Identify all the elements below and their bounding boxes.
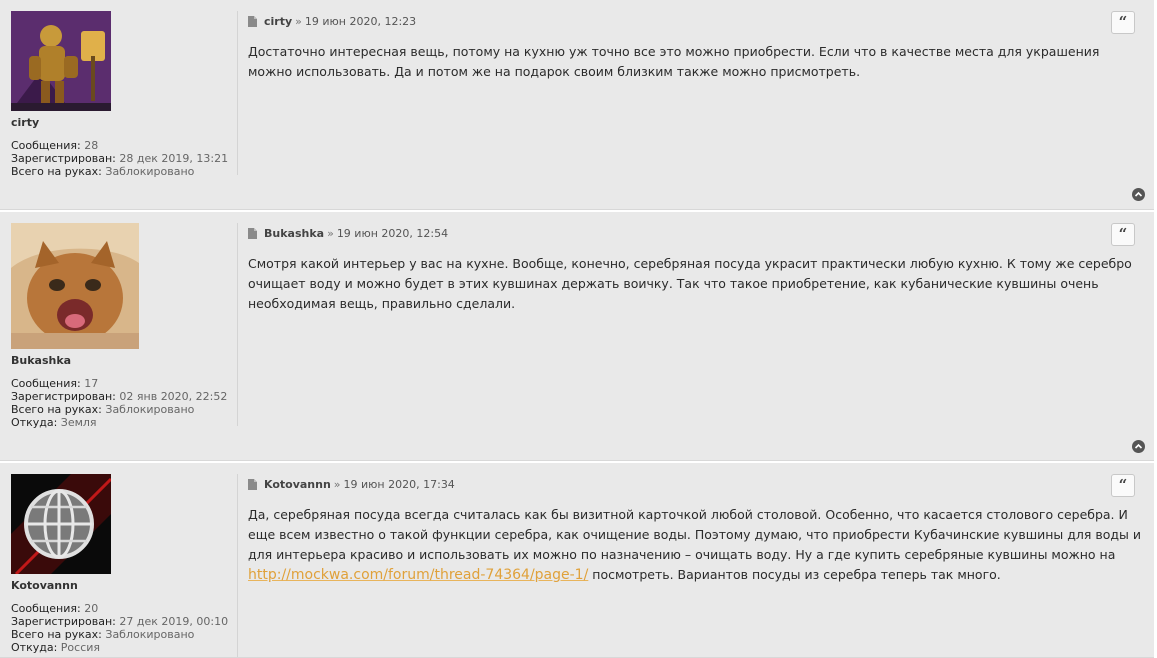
back-to-top-button[interactable]: [1132, 188, 1145, 201]
post-author[interactable]: Kotovannn: [264, 478, 331, 491]
avatar[interactable]: [11, 223, 139, 349]
post-time: 19 июн 2020, 12:23: [304, 15, 417, 28]
post-profile: Bukashka Сообщения: 17 Зарегистрирован: …: [11, 223, 237, 429]
file-icon[interactable]: [248, 228, 257, 239]
post-link[interactable]: http://mockwa.com/forum/thread-74364/pag…: [248, 567, 588, 583]
quote-button[interactable]: “: [1111, 474, 1135, 497]
user-stats: Сообщения: 17 Зарегистрирован: 02 янв 20…: [11, 377, 237, 429]
stat-posts: 28: [84, 139, 99, 152]
stat-label: Сообщения:: [11, 377, 81, 390]
post-time: 19 июн 2020, 17:34: [343, 478, 455, 491]
stat-registered: 28 дек 2019, 13:21: [119, 152, 229, 165]
stat-registered: 27 дек 2019, 00:10: [119, 615, 229, 628]
stat-label: Откуда:: [11, 416, 58, 429]
avatar[interactable]: [11, 11, 111, 111]
divider: [237, 11, 238, 175]
arrow-up-icon: [1134, 443, 1143, 449]
stat-from: Земля: [60, 416, 97, 429]
post: Kotovannn Сообщения: 20 Зарегистрирован:…: [0, 463, 1154, 658]
post-content: Да, серебряная посуда всегда считалась к…: [248, 505, 1143, 585]
divider: [237, 223, 238, 426]
stat-label: Зарегистрирован:: [11, 152, 116, 165]
stat-label: Сообщения:: [11, 139, 81, 152]
post-text: Да, серебряная посуда всегда считалась к…: [248, 507, 1142, 562]
username[interactable]: Kotovannn: [11, 579, 237, 592]
arrow-up-icon: [1134, 191, 1143, 197]
stat-label: Всего на руках:: [11, 403, 102, 416]
user-stats: Сообщения: 28 Зарегистрирован: 28 дек 20…: [11, 139, 237, 178]
post-author[interactable]: cirty: [264, 15, 292, 28]
file-icon[interactable]: [248, 16, 257, 27]
stat-in-hand: Заблокировано: [105, 628, 195, 641]
quote-icon: “: [1118, 225, 1128, 243]
post-content: Смотря какой интерьер у вас на кухне. Во…: [248, 256, 1132, 311]
quote-icon: “: [1118, 476, 1128, 494]
stat-in-hand: Заблокировано: [105, 165, 195, 178]
post-profile: cirty Сообщения: 28 Зарегистрирован: 28 …: [11, 11, 237, 178]
stat-label: Сообщения:: [11, 602, 81, 615]
quote-button[interactable]: “: [1111, 223, 1135, 246]
post-text: посмотреть. Вариантов посуды из серебра …: [588, 567, 1001, 582]
meta-separator: »: [327, 227, 334, 240]
stat-posts: 17: [84, 377, 99, 390]
quote-icon: “: [1118, 13, 1128, 31]
stat-registered: 02 янв 2020, 22:52: [119, 390, 228, 403]
post: Bukashka Сообщения: 17 Зарегистрирован: …: [0, 212, 1154, 461]
meta-separator: »: [333, 478, 341, 491]
stat-posts: 20: [84, 602, 99, 615]
post-author[interactable]: Bukashka: [264, 227, 324, 240]
file-icon[interactable]: [248, 479, 257, 490]
post-meta: cirty » 19 июн 2020, 12:23: [248, 15, 416, 28]
divider: [237, 474, 238, 657]
username[interactable]: Bukashka: [11, 354, 237, 367]
post-content: Достаточно интересная вещь, потому на ку…: [248, 44, 1100, 79]
post-profile: Kotovannn Сообщения: 20 Зарегистрирован:…: [11, 474, 237, 654]
stat-from: Россия: [60, 641, 101, 654]
post-time: 19 июн 2020, 12:54: [336, 227, 449, 240]
stat-in-hand: Заблокировано: [105, 403, 195, 416]
post-meta: Bukashka » 19 июн 2020, 12:54: [248, 227, 448, 240]
user-stats: Сообщения: 20 Зарегистрирован: 27 дек 20…: [11, 602, 237, 654]
meta-separator: »: [295, 15, 302, 28]
quote-button[interactable]: “: [1111, 11, 1135, 34]
post: cirty Сообщения: 28 Зарегистрирован: 28 …: [0, 0, 1154, 210]
stat-label: Всего на руках:: [11, 165, 102, 178]
stat-label: Зарегистрирован:: [11, 615, 116, 628]
username[interactable]: cirty: [11, 116, 237, 129]
stat-label: Зарегистрирован:: [11, 390, 116, 403]
back-to-top-button[interactable]: [1132, 440, 1145, 453]
stat-label: Всего на руках:: [11, 628, 102, 641]
stat-label: Откуда:: [11, 641, 58, 654]
avatar[interactable]: [11, 474, 111, 574]
post-meta: Kotovannn » 19 июн 2020, 17:34: [248, 478, 455, 491]
